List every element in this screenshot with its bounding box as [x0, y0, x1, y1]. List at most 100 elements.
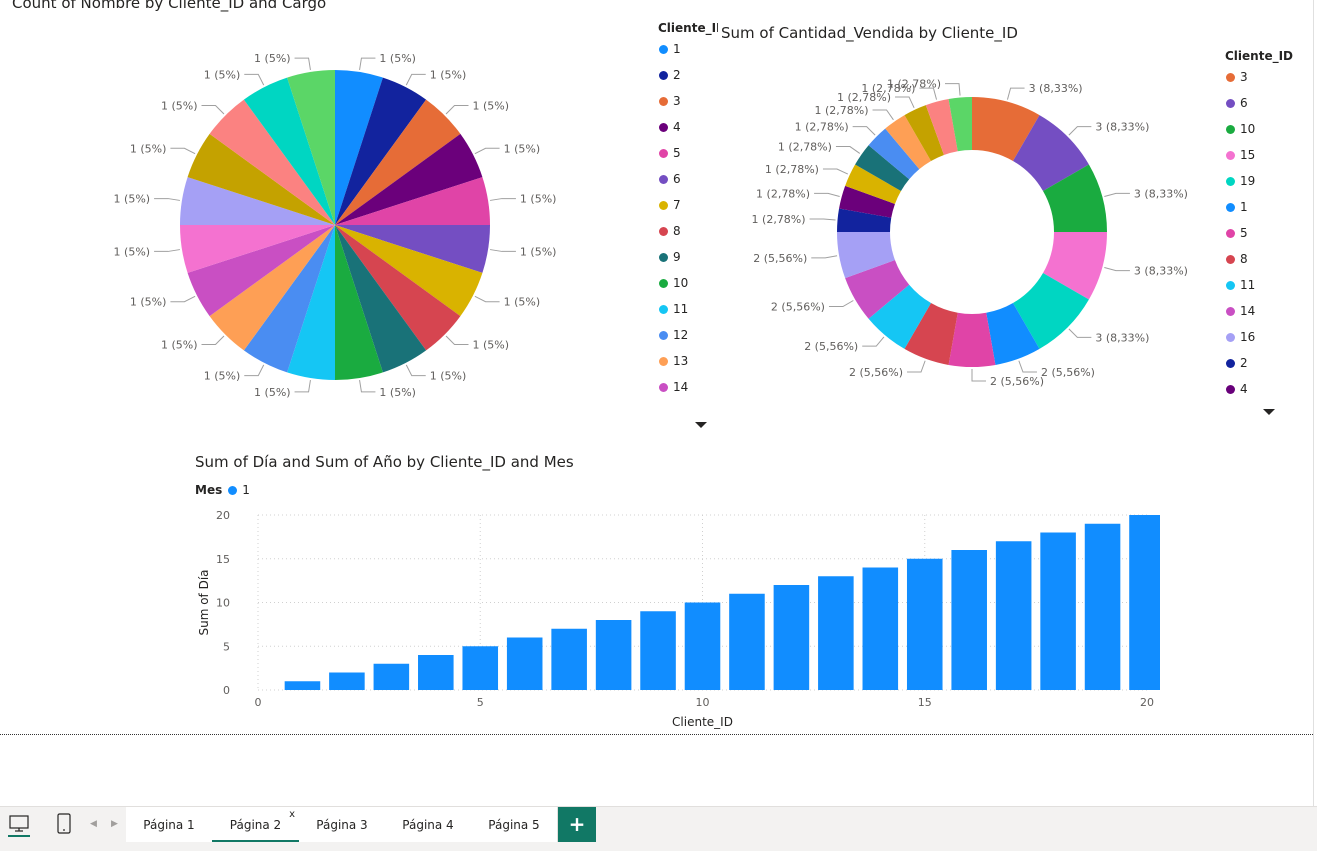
pie-legend-item[interactable]: 6	[659, 172, 681, 186]
donut-leader-line	[822, 168, 849, 175]
pie-leader-line	[294, 379, 311, 393]
bar[interactable]	[284, 681, 321, 690]
pie-legend-label: 7	[673, 198, 681, 212]
tab-close-icon[interactable]: x	[289, 797, 295, 833]
pie-legend-item[interactable]: 7	[659, 198, 681, 212]
donut-legend-item[interactable]: 2	[1226, 356, 1248, 370]
bar[interactable]	[1040, 532, 1076, 691]
bar[interactable]	[640, 611, 676, 690]
bar[interactable]	[995, 541, 1032, 690]
page-tab[interactable]: Página 4	[385, 807, 472, 843]
donut-leader-line	[1104, 266, 1130, 272]
pie-legend-dot	[659, 356, 668, 366]
bar[interactable]	[951, 550, 987, 690]
donut-legend-item[interactable]: 11	[1226, 278, 1255, 292]
page-tab[interactable]: Página 1	[126, 807, 213, 843]
donut-data-label: 2 (5,56%)	[849, 366, 903, 379]
donut-legend-item[interactable]: 1	[1226, 200, 1248, 214]
donut-legend-item[interactable]: 4	[1226, 382, 1248, 396]
bar[interactable]	[862, 567, 899, 691]
bar-chart-title: Sum of Día and Sum of Año by Cliente_ID …	[195, 453, 574, 471]
pie-data-label: 1 (5%)	[473, 339, 510, 352]
pie-legend-item[interactable]: 2	[659, 68, 681, 82]
donut-leader-line	[835, 146, 861, 154]
page-tab[interactable]: Página 3	[299, 807, 386, 843]
bar-x-tick-label: 20	[1140, 696, 1154, 709]
pie-legend-item[interactable]: 13	[659, 354, 688, 368]
pie-data-label: 1 (5%)	[504, 142, 541, 155]
pie-legend-label: 1	[673, 42, 681, 56]
pie-legend-label: 13	[673, 354, 689, 368]
bar[interactable]	[329, 672, 365, 691]
pie-data-label: 1 (5%)	[504, 296, 541, 309]
donut-legend-label: 11	[1240, 278, 1256, 292]
donut-leader-line	[1068, 126, 1092, 136]
mobile-view-icon[interactable]	[56, 813, 72, 837]
pie-chart[interactable]: 1 (5%) 1 (5%) 1 (5%) 1 (5%) 1 (5%) 1 (5%) 1 (5…	[80, 30, 640, 420]
pie-leader-line	[244, 364, 265, 377]
bar[interactable]	[773, 585, 810, 690]
pie-legend-item[interactable]: 12	[659, 328, 688, 342]
pie-legend-item[interactable]: 4	[659, 120, 681, 134]
pie-legend-item[interactable]: 9	[659, 250, 681, 264]
bar[interactable]	[506, 637, 543, 691]
donut-chart[interactable]: 3 (8,33%) 3 (8,33%) 3 (8,33%) 3 (8,33%) 3 (8…	[740, 60, 1210, 410]
donut-legend-item[interactable]: 5	[1226, 226, 1248, 240]
pie-legend-item[interactable]: 11	[659, 302, 688, 316]
donut-legend-item[interactable]: 3	[1226, 70, 1248, 84]
tab-next-arrow-icon[interactable]: ▶	[111, 819, 118, 829]
bar-y-tick-label: 5	[223, 640, 230, 653]
donut-legend-item[interactable]: 10	[1226, 122, 1255, 136]
pie-legend-item[interactable]: 8	[659, 224, 681, 238]
bar[interactable]	[373, 663, 410, 690]
donut-legend-item[interactable]: 16	[1226, 330, 1255, 344]
bar[interactable]	[551, 628, 587, 690]
donut-chart-title: Sum of Cantidad_Vendida by Cliente_ID	[721, 24, 1018, 42]
pie-legend-item[interactable]: 3	[659, 94, 681, 108]
pie-legend-dot	[659, 122, 668, 132]
donut-legend-dot	[1226, 384, 1235, 394]
donut-legend-item[interactable]: 14	[1226, 304, 1255, 318]
bar[interactable]	[729, 593, 765, 690]
donut-legend-item[interactable]: 8	[1226, 252, 1248, 266]
pie-legend-title: Cliente_II	[658, 21, 718, 35]
add-page-button[interactable]: +	[558, 807, 596, 843]
page-tab[interactable]: Página 5	[471, 807, 558, 843]
pie-data-label: 1 (5%)	[114, 193, 151, 206]
pie-legend-item[interactable]: 10	[659, 276, 688, 290]
pie-leader-line	[405, 364, 426, 377]
donut-legend-label: 14	[1240, 304, 1256, 318]
donut-data-label: 1 (2,78%)	[752, 213, 806, 226]
bar[interactable]	[906, 558, 943, 690]
donut-legend-item[interactable]: 6	[1226, 96, 1248, 110]
pie-legend-item[interactable]: 5	[659, 146, 681, 160]
pie-leader-line	[154, 198, 181, 201]
pie-legend-more-arrow[interactable]	[695, 422, 707, 428]
donut-data-label: 2 (5,56%)	[1041, 366, 1095, 379]
donut-legend-more-arrow[interactable]	[1263, 409, 1275, 415]
status-bar	[0, 842, 1317, 851]
bar-chart[interactable]: 0 5 10 15 20 0 5 10 15 20 Cliente_ID Sum of Día	[190, 500, 1160, 735]
donut-legend-dot	[1226, 98, 1235, 108]
pie-leader-line	[201, 104, 225, 115]
bar[interactable]	[595, 620, 632, 690]
bar[interactable]	[462, 646, 499, 690]
bar-legend-label: 1	[242, 483, 250, 497]
bar[interactable]	[684, 602, 721, 691]
desktop-view-icon[interactable]	[8, 813, 30, 837]
canvas-right-border	[1313, 0, 1314, 806]
page-tab[interactable]: Página 2x	[212, 807, 300, 843]
pie-legend-item[interactable]: 1	[659, 42, 681, 56]
pie-leader-line	[474, 295, 500, 303]
bar[interactable]	[418, 655, 454, 690]
tab-prev-arrow-icon[interactable]: ◀	[90, 819, 97, 829]
donut-legend-item[interactable]: 15	[1226, 148, 1255, 162]
donut-legend-item[interactable]: 19	[1226, 174, 1255, 188]
pie-legend-item[interactable]: 14	[659, 380, 688, 394]
donut-leader-line	[907, 360, 926, 373]
pie-legend-dot	[659, 252, 668, 262]
donut-legend-dot	[1226, 280, 1235, 290]
bar[interactable]	[818, 576, 854, 690]
bar[interactable]	[1129, 515, 1160, 690]
bar[interactable]	[1084, 523, 1121, 690]
